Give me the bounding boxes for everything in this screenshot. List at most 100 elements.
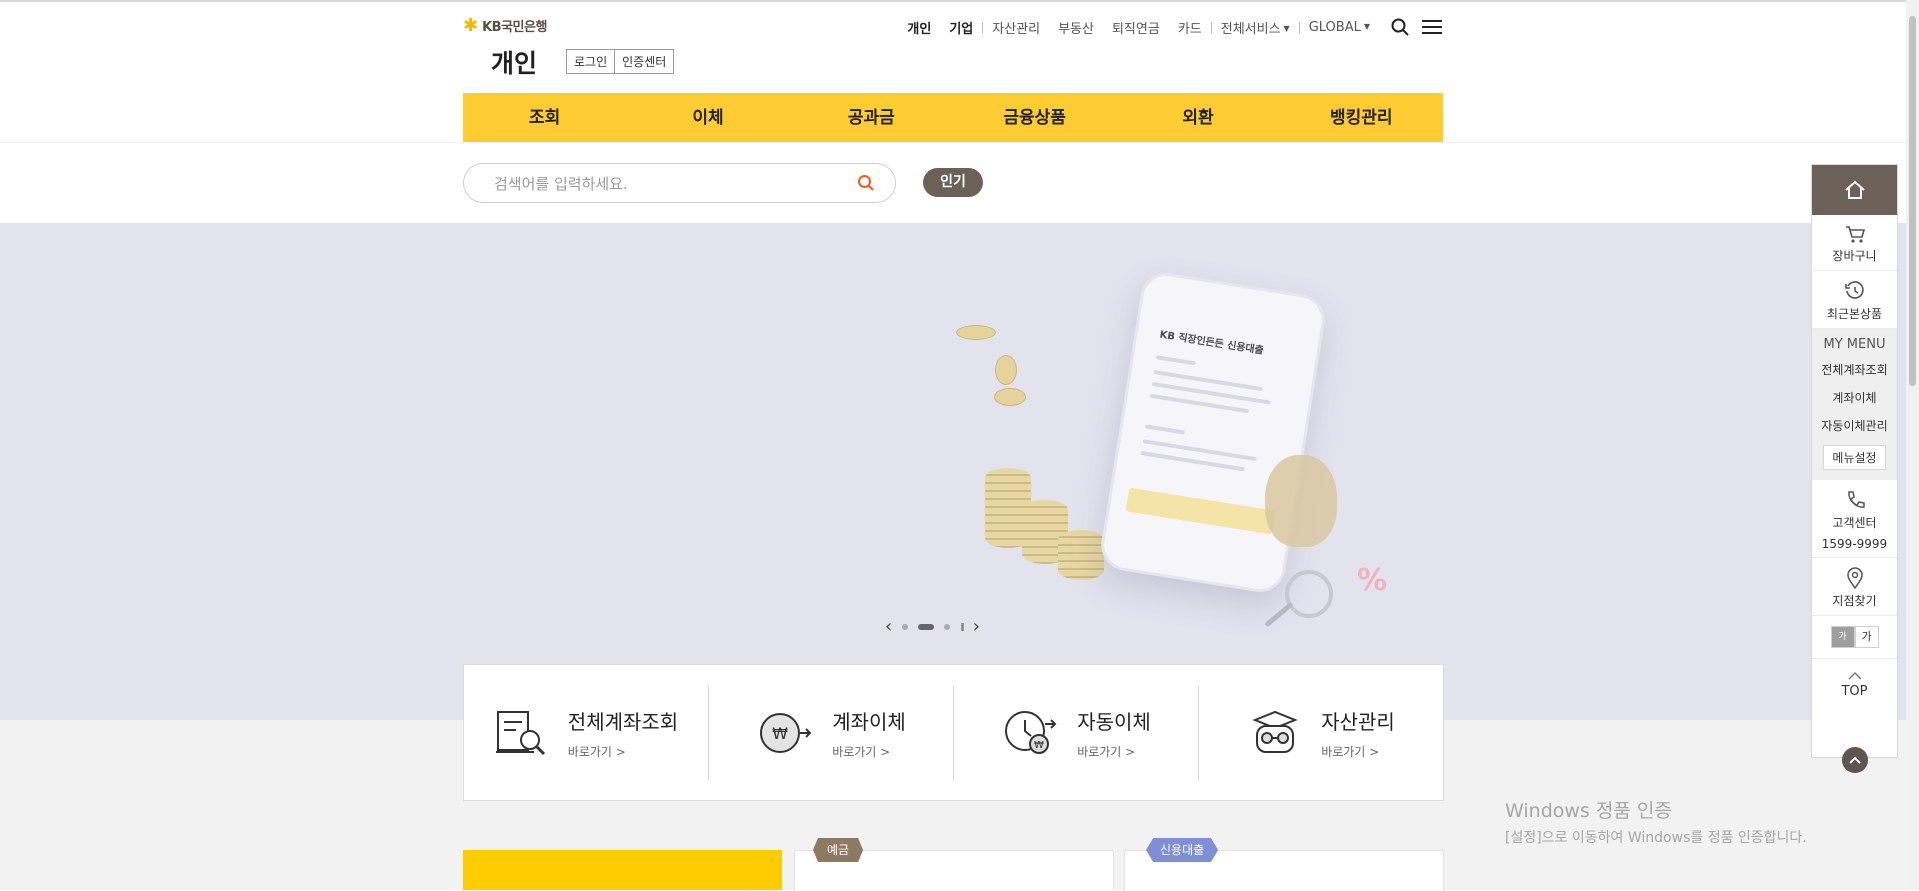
global-dropdown[interactable]: GLOBAL ▼ bbox=[1300, 20, 1379, 35]
coin-icon bbox=[956, 325, 996, 340]
util-card-link[interactable]: 카드 bbox=[1169, 18, 1211, 37]
svg-text:₩: ₩ bbox=[772, 724, 788, 743]
scroll-up-button[interactable] bbox=[1842, 747, 1868, 773]
cart-button[interactable]: 장바구니 bbox=[1812, 215, 1897, 271]
magnifier-icon bbox=[1285, 570, 1333, 618]
font-large-button[interactable]: 가 bbox=[1854, 626, 1879, 648]
windows-notice-title: Windows 정품 인증 bbox=[1505, 800, 1672, 822]
my-menu-item[interactable]: 전체계좌조회 bbox=[1812, 361, 1897, 378]
caret-down-icon: ▼ bbox=[1363, 21, 1370, 31]
account-inquiry-icon bbox=[495, 710, 545, 755]
logo-text: KB국민은행 bbox=[482, 20, 547, 35]
my-menu-title: MY MENU bbox=[1823, 337, 1886, 352]
branch-finder-button[interactable]: 지점찾기 bbox=[1812, 558, 1897, 616]
util-pension-link[interactable]: 퇴직연금 bbox=[1103, 18, 1169, 37]
customer-center-label: 고객센터 bbox=[1832, 516, 1877, 530]
search-icon[interactable] bbox=[1389, 16, 1411, 38]
auth-button-group: 로그인 인증센터 bbox=[566, 49, 675, 74]
gnb-foreign-exchange[interactable]: 외환 bbox=[1116, 93, 1279, 143]
scrollbar-thumb[interactable] bbox=[1909, 16, 1916, 386]
pause-button[interactable]: II bbox=[960, 621, 964, 634]
phone-text-line bbox=[1155, 355, 1196, 366]
branch-finder-label: 지점찾기 bbox=[1832, 594, 1877, 608]
money-pouch-icon bbox=[1265, 455, 1337, 547]
slider-controls: ‹ II › bbox=[885, 616, 1025, 638]
all-services-label: 전체서비스 bbox=[1220, 21, 1281, 37]
slide-dot-active[interactable] bbox=[918, 624, 935, 630]
recent-products-button[interactable]: 최근본상품 bbox=[1812, 271, 1897, 329]
menu-settings-button[interactable]: 메뉴설정 bbox=[1823, 445, 1886, 470]
next-slide-button[interactable]: › bbox=[973, 616, 980, 638]
util-realestate-link[interactable]: 부동산 bbox=[1049, 18, 1103, 37]
my-menu-item[interactable]: 계좌이체 bbox=[1812, 389, 1897, 406]
gnb-transfer[interactable]: 이체 bbox=[626, 93, 789, 143]
caret-down-icon: ▼ bbox=[1283, 23, 1290, 33]
percent-icon: % bbox=[1357, 563, 1388, 598]
gnb-financial-products[interactable]: 금융상품 bbox=[953, 93, 1116, 143]
home-icon bbox=[1844, 180, 1865, 199]
quick-item-link[interactable]: 바로가기 > bbox=[1077, 743, 1151, 760]
login-button[interactable]: 로그인 bbox=[567, 50, 615, 73]
svg-text:₩: ₩ bbox=[1034, 740, 1044, 751]
search-icon[interactable] bbox=[857, 174, 875, 196]
slide-dot[interactable] bbox=[944, 624, 951, 630]
util-asset-link[interactable]: 자산관리 bbox=[983, 18, 1049, 37]
prev-slide-button[interactable]: ‹ bbox=[885, 616, 892, 638]
page-scrollbar[interactable] bbox=[1906, 0, 1919, 890]
font-size-controls: 가 가 bbox=[1812, 616, 1897, 659]
quick-menu-panel: 전체계좌조회 바로가기 > ₩ 계좌이체 바로가기 > ₩ 자동이체 바로가기 … bbox=[463, 664, 1444, 801]
all-services-dropdown[interactable]: 전체서비스 ▼ bbox=[1212, 18, 1299, 37]
quick-item-asset-management[interactable]: 자산관리 바로가기 > bbox=[1198, 685, 1443, 780]
popular-keywords-button[interactable]: 인기 bbox=[923, 168, 983, 197]
search-input[interactable] bbox=[492, 172, 836, 196]
font-small-button[interactable]: 가 bbox=[1830, 626, 1855, 648]
deposit-tag: 예금 bbox=[813, 838, 864, 862]
quick-item-link[interactable]: 바로가기 > bbox=[1321, 743, 1395, 760]
quick-item-title: 자산관리 bbox=[1321, 709, 1395, 734]
hamburger-menu-icon[interactable] bbox=[1421, 16, 1443, 38]
quick-item-title: 전체계좌조회 bbox=[567, 709, 679, 734]
history-icon bbox=[1844, 281, 1864, 299]
map-pin-icon bbox=[1846, 567, 1863, 589]
util-corporate-link[interactable]: 기업 bbox=[940, 18, 982, 37]
kb-logo[interactable]: ✱ KB국민은행 bbox=[463, 16, 547, 35]
quick-item-text: 자동이체 바로가기 > bbox=[1077, 706, 1151, 760]
top-button[interactable]: TOP bbox=[1812, 659, 1897, 699]
certificate-center-button[interactable]: 인증센터 bbox=[614, 50, 674, 73]
quick-item-text: 자산관리 바로가기 > bbox=[1321, 706, 1395, 760]
my-menu-item[interactable]: 자동이체관리 bbox=[1812, 417, 1897, 434]
my-menu-section: MY MENU 전체계좌조회 계좌이체 자동이체관리 메뉴설정 bbox=[1812, 329, 1897, 480]
auto-transfer-icon: ₩ bbox=[1005, 710, 1057, 754]
recent-products-label: 최근본상품 bbox=[1826, 307, 1883, 321]
customer-center-button[interactable]: 고객센터 1599-9999 bbox=[1812, 480, 1897, 558]
quick-sidebar: 장바구니 최근본상품 MY MENU 전체계좌조회 계좌이체 자동이체관리 메뉴… bbox=[1811, 164, 1898, 773]
chevron-up-icon bbox=[1849, 756, 1861, 764]
cart-label: 장바구니 bbox=[1832, 249, 1877, 263]
util-personal-link[interactable]: 개인 bbox=[898, 18, 940, 37]
windows-notice-message: [설정]으로 이동하여 Windows를 정품 인증합니다. bbox=[1505, 830, 1807, 846]
quick-item-auto-transfer[interactable]: ₩ 자동이체 바로가기 > bbox=[953, 685, 1198, 780]
quick-item-link[interactable]: 바로가기 > bbox=[568, 743, 678, 760]
coin-stack-icon bbox=[1058, 530, 1104, 580]
quick-item-account-transfer[interactable]: ₩ 계좌이체 바로가기 > bbox=[708, 685, 953, 780]
hero-banner[interactable] bbox=[0, 223, 1919, 720]
quick-item-link[interactable]: 바로가기 > bbox=[832, 743, 906, 760]
chevron-up-icon bbox=[1848, 672, 1861, 680]
quick-item-account-inquiry[interactable]: 전체계좌조회 바로가기 > bbox=[464, 686, 708, 780]
quick-item-title: 자동이체 bbox=[1077, 709, 1151, 734]
coin-icon bbox=[994, 388, 1026, 406]
slide-dot[interactable] bbox=[902, 624, 909, 630]
phone-cta-bar bbox=[1125, 487, 1276, 535]
home-button[interactable] bbox=[1812, 165, 1897, 215]
cart-icon bbox=[1845, 226, 1865, 243]
phone-screen-title: KB 직장인든든 신용대출 bbox=[1158, 329, 1265, 357]
top-label: TOP bbox=[1841, 684, 1868, 699]
asset-management-icon bbox=[1252, 710, 1298, 753]
customer-center-phone: 1599-9999 bbox=[1821, 537, 1888, 551]
promo-card-yellow[interactable] bbox=[463, 850, 782, 890]
quick-item-text: 계좌이체 바로가기 > bbox=[832, 706, 906, 760]
gnb-inquiry[interactable]: 조회 bbox=[463, 93, 626, 143]
gnb-banking-management[interactable]: 뱅킹관리 bbox=[1280, 93, 1443, 143]
quick-item-title: 계좌이체 bbox=[832, 709, 906, 734]
gnb-utility-bills[interactable]: 공과금 bbox=[790, 93, 953, 143]
